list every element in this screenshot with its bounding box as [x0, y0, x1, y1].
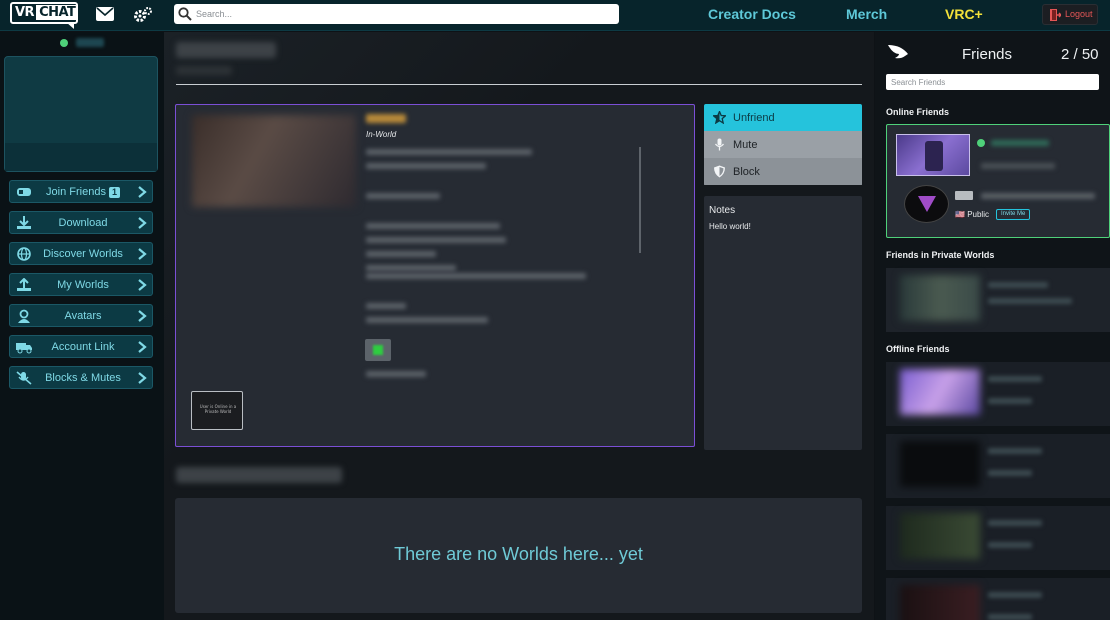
upload-icon	[17, 278, 31, 291]
chevron-right-icon	[138, 279, 147, 291]
unfriend-label: Unfriend	[733, 112, 775, 124]
logo-right: CHAT	[36, 5, 76, 20]
settings-gear-icon[interactable]	[133, 6, 153, 24]
online-status-dot	[60, 39, 68, 47]
friends-wing-icon	[888, 45, 908, 59]
join-friends-label: Join Friends	[46, 186, 106, 198]
download-icon	[17, 216, 31, 229]
search-input[interactable]	[196, 4, 611, 24]
vrc-plus-link[interactable]: VRC+	[945, 6, 983, 22]
notes-heading: Notes	[709, 205, 736, 216]
mute-button[interactable]: Mute	[704, 131, 862, 158]
friends-count: 2 / 50	[1061, 46, 1099, 63]
global-search	[174, 4, 619, 24]
mute-label: Mute	[733, 139, 758, 151]
empty-worlds-message: There are no Worlds here... yet	[394, 544, 643, 564]
offline-friend-row[interactable]	[886, 578, 1110, 620]
join-friends-button[interactable]: Join Friends 1	[9, 180, 153, 203]
discover-worlds-label: Discover Worlds	[43, 248, 123, 260]
worlds-heading-redacted	[176, 467, 342, 483]
private-friend-row[interactable]	[886, 268, 1110, 332]
account-link-button[interactable]: Account Link	[9, 335, 153, 358]
truck-icon	[16, 343, 32, 354]
blocks-mutes-label: Blocks & Mutes	[45, 372, 121, 384]
offline-friend-row[interactable]	[886, 506, 1110, 570]
profile-status-redacted	[176, 66, 232, 75]
mute-icon	[16, 371, 32, 385]
chevron-right-icon	[138, 310, 147, 322]
microphone-icon	[714, 138, 725, 151]
friend-actions: Unfriend Mute Block	[704, 104, 862, 186]
location-label: In-World	[366, 130, 397, 139]
header-divider	[176, 84, 862, 85]
bio-scrollbar[interactable]	[639, 147, 641, 253]
notes-body: Hello world!	[709, 222, 751, 231]
star-slash-icon	[713, 111, 726, 124]
world-name-redacted	[366, 114, 406, 123]
unfriend-button[interactable]: Unfriend	[704, 104, 862, 131]
avatars-label: Avatars	[64, 310, 102, 322]
blocks-mutes-button[interactable]: Blocks & Mutes	[9, 366, 153, 389]
invite-me-button[interactable]: Invite Me	[996, 209, 1031, 220]
online-friends-list: 🇺🇸 Public Invite Me	[886, 124, 1110, 238]
user-worlds-panel: There are no Worlds here... yet	[175, 498, 862, 613]
instance-type-label: 🇺🇸 Public	[955, 210, 989, 219]
avatar-icon	[18, 309, 30, 323]
logout-button[interactable]: Logout	[1042, 4, 1098, 25]
user-profile-panel: In-World User is Online in a Private Wor…	[175, 104, 695, 447]
offline-friends-heading: Offline Friends	[886, 344, 950, 354]
offline-friend-row[interactable]	[886, 434, 1110, 498]
avatars-button[interactable]: Avatars	[9, 304, 153, 327]
chevron-right-icon	[138, 341, 147, 353]
friend-avatar[interactable]	[904, 185, 949, 223]
block-label: Block	[733, 166, 760, 178]
merch-link[interactable]: Merch	[846, 6, 887, 22]
friends-panel: Friends 2 / 50 Online Friends 🇺🇸 Public …	[875, 32, 1110, 620]
account-link-label: Account Link	[51, 341, 115, 353]
offline-friend-row[interactable]	[886, 362, 1110, 426]
online-friends-heading: Online Friends	[886, 107, 950, 117]
search-icon	[178, 7, 192, 21]
private-world-thumbnail[interactable]: User is Online in a Private World	[191, 391, 243, 430]
top-navbar: VRCHAT Creator Docs Merch VRC+ Logout	[0, 0, 1110, 31]
current-world-thumbnail[interactable]	[192, 115, 356, 207]
download-button[interactable]: Download	[9, 211, 153, 234]
notes-panel[interactable]: Notes Hello world!	[704, 196, 862, 450]
friend-world-thumbnail[interactable]	[896, 134, 970, 176]
chevron-right-icon	[138, 372, 147, 384]
profile-name-redacted	[176, 42, 276, 58]
left-sidebar: Join Friends 1 Download Discover Worlds M…	[0, 32, 164, 620]
online-status-dot	[977, 139, 985, 147]
chevron-right-icon	[138, 186, 147, 198]
discover-worlds-button[interactable]: Discover Worlds	[9, 242, 153, 265]
mail-icon[interactable]	[96, 6, 116, 24]
private-friends-heading: Friends in Private Worlds	[886, 250, 995, 260]
profile-card[interactable]	[4, 56, 158, 172]
main-content: In-World User is Online in a Private Wor…	[164, 32, 874, 620]
chevron-right-icon	[138, 217, 147, 229]
private-world-thumb-text: User is Online in a Private World	[199, 404, 237, 414]
friends-search-input[interactable]	[886, 74, 1099, 90]
join-friends-icon	[17, 188, 31, 196]
trust-rank-tag	[955, 191, 973, 200]
globe-icon	[17, 247, 31, 261]
status-text-redacted	[76, 38, 104, 47]
logout-icon	[1050, 9, 1061, 21]
logo-left: VR	[15, 5, 35, 20]
my-worlds-label: My Worlds	[57, 279, 109, 291]
join-friends-badge: 1	[108, 187, 120, 198]
block-button[interactable]: Block	[704, 158, 862, 185]
creator-docs-link[interactable]: Creator Docs	[708, 6, 796, 22]
friends-title: Friends	[962, 46, 1013, 63]
logout-label: Logout	[1065, 9, 1093, 19]
download-label: Download	[58, 217, 108, 229]
status-button[interactable]	[365, 339, 391, 361]
my-worlds-button[interactable]: My Worlds	[9, 273, 153, 296]
vrchat-logo[interactable]: VR CHAT	[10, 2, 80, 29]
chevron-right-icon	[138, 248, 147, 260]
shield-icon	[714, 165, 725, 178]
